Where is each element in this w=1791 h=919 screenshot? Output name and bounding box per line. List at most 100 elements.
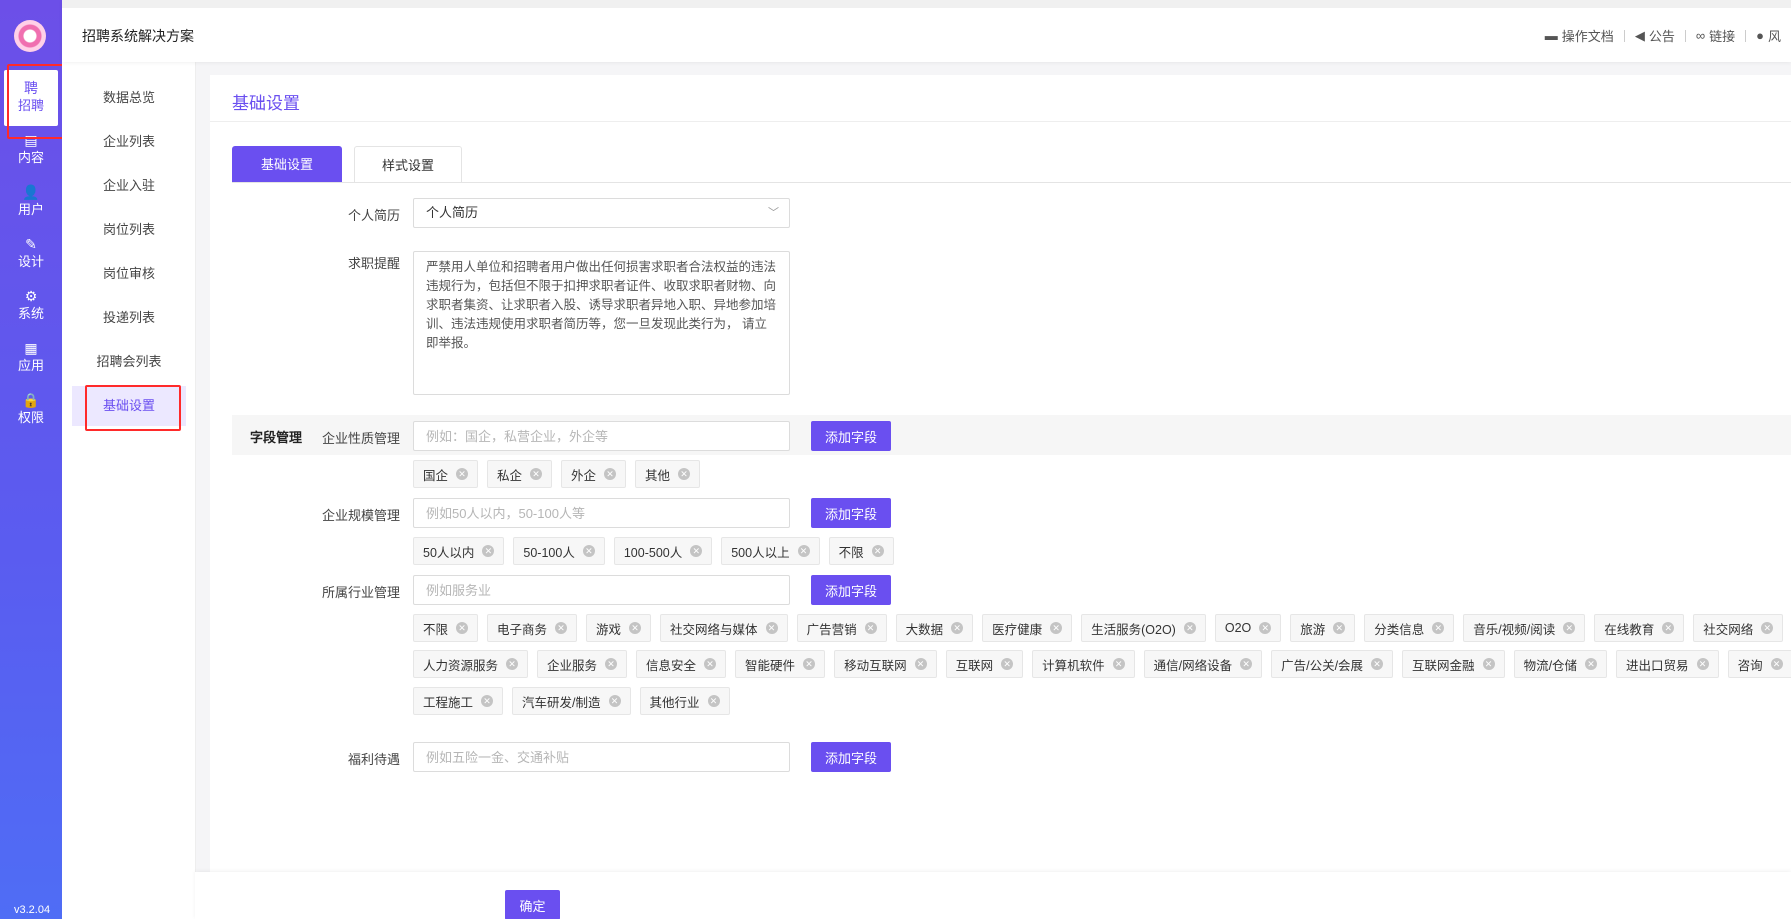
notice-link[interactable]: ◀ 公告: [1625, 26, 1685, 45]
submenu-item-job-fair-list[interactable]: 招聘会列表: [72, 342, 186, 382]
submenu-item-overview[interactable]: 数据总览: [72, 78, 186, 118]
tag-label: 游戏: [596, 622, 622, 637]
remove-tag-icon[interactable]: ✕: [1050, 622, 1063, 634]
rail-item-design[interactable]: ✎ 设计: [4, 226, 58, 282]
tag-label: 人力资源服务: [423, 658, 499, 673]
rail-item-user[interactable]: 👤 用户: [4, 174, 58, 230]
add-welfare-button[interactable]: 添加字段: [811, 742, 891, 772]
tag-label: 进出口贸易: [1626, 658, 1689, 673]
remove-tag-icon[interactable]: ✕: [608, 695, 621, 707]
remove-tag-icon[interactable]: ✕: [1662, 622, 1675, 634]
tab-basic-settings[interactable]: 基础设置: [232, 146, 342, 183]
link-link[interactable]: ∞ 链接: [1686, 26, 1745, 45]
remove-tag-icon[interactable]: ✕: [481, 695, 494, 707]
add-company-scale-button[interactable]: 添加字段: [811, 498, 891, 528]
remove-tag-icon[interactable]: ✕: [482, 545, 495, 557]
remove-tag-icon[interactable]: ✕: [1112, 658, 1125, 670]
tag: 通信/网络设备 ✕: [1143, 650, 1263, 678]
remove-tag-icon[interactable]: ✕: [1696, 658, 1709, 670]
submenu-item-company-join[interactable]: 企业入驻: [72, 166, 186, 206]
company-nature-input[interactable]: [413, 421, 790, 451]
rail-item-apps[interactable]: ▦ 应用: [4, 330, 58, 386]
remove-tag-icon[interactable]: ✕: [803, 658, 816, 670]
resume-select[interactable]: 个人简历 ﹀: [413, 198, 790, 228]
tag-label: 社交网络与媒体: [670, 622, 758, 637]
secondary-menu: 数据总览 企业列表 企业入驻 岗位列表 岗位审核 投递列表 招聘会列表 基础设置: [62, 0, 196, 919]
remove-tag-icon[interactable]: ✕: [1001, 658, 1014, 670]
remove-tag-icon[interactable]: ✕: [678, 468, 691, 480]
remove-tag-icon[interactable]: ✕: [704, 658, 717, 670]
tag-label: 生活服务(O2O): [1091, 622, 1176, 637]
header-links: ▬ 操作文档 ◀ 公告 ∞ 链接 ● 风: [1535, 26, 1791, 45]
remove-tag-icon[interactable]: ✕: [1333, 622, 1346, 634]
tag: 广告/公关/会展 ✕: [1271, 650, 1394, 678]
remove-tag-icon[interactable]: ✕: [1770, 658, 1783, 670]
remove-tag-icon[interactable]: ✕: [690, 545, 703, 557]
tag-label: 汽车研发/制造: [522, 695, 601, 710]
tag: 生活服务(O2O) ✕: [1081, 614, 1206, 642]
tag-label: 在线教育: [1604, 622, 1655, 637]
tag: 移动互联网 ✕: [834, 650, 937, 678]
add-company-nature-button[interactable]: 添加字段: [811, 421, 891, 451]
remove-tag-icon[interactable]: ✕: [797, 545, 810, 557]
tag-label: 100-500人: [623, 545, 683, 560]
remove-tag-icon[interactable]: ✕: [1183, 622, 1196, 634]
style-link[interactable]: ● 风: [1746, 26, 1791, 45]
submenu-item-job-review[interactable]: 岗位审核: [72, 254, 186, 294]
tag: 分类信息 ✕: [1364, 614, 1455, 642]
remove-tag-icon[interactable]: ✕: [864, 622, 877, 634]
remove-tag-icon[interactable]: ✕: [871, 545, 884, 557]
tag-label: 计算机软件: [1042, 658, 1105, 673]
lock-icon: 🔒: [22, 392, 40, 408]
remove-tag-icon[interactable]: ✕: [530, 468, 543, 480]
tag: 进出口贸易 ✕: [1616, 650, 1719, 678]
remove-tag-icon[interactable]: ✕: [1563, 622, 1576, 634]
company-scale-input[interactable]: [413, 498, 790, 528]
industry-input[interactable]: [413, 575, 790, 605]
add-industry-button[interactable]: 添加字段: [811, 575, 891, 605]
remove-tag-icon[interactable]: ✕: [582, 545, 595, 557]
submenu-item-company-list[interactable]: 企业列表: [72, 122, 186, 162]
remove-tag-icon[interactable]: ✕: [914, 658, 927, 670]
tag: 音乐/视频/阅读 ✕: [1463, 614, 1586, 642]
remove-tag-icon[interactable]: ✕: [951, 622, 964, 634]
remove-tag-icon[interactable]: ✕: [1585, 658, 1598, 670]
remove-tag-icon[interactable]: ✕: [456, 622, 469, 634]
submenu-item-delivery-list[interactable]: 投递列表: [72, 298, 186, 338]
submenu-item-job-list[interactable]: 岗位列表: [72, 210, 186, 250]
remove-tag-icon[interactable]: ✕: [1259, 622, 1272, 634]
grid-icon: ▦: [24, 340, 38, 356]
tag-label: 50-100人: [523, 545, 575, 560]
remove-tag-icon[interactable]: ✕: [456, 468, 469, 480]
remove-tag-icon[interactable]: ✕: [629, 622, 642, 634]
remove-tag-icon[interactable]: ✕: [1482, 658, 1495, 670]
tag-label: 互联网: [955, 658, 994, 673]
welfare-input[interactable]: [413, 742, 790, 772]
reminder-textarea[interactable]: 严禁用人单位和招聘者用户做出任何损害求职者合法权益的违法违规行为，包括但不限于扣…: [413, 251, 790, 395]
tag: 社交网络 ✕: [1693, 614, 1784, 642]
tag-label: 50人以内: [423, 545, 475, 560]
tag-label: 社交网络: [1703, 622, 1754, 637]
divider: [232, 182, 1791, 183]
tag-label: 音乐/视频/阅读: [1473, 622, 1556, 637]
remove-tag-icon[interactable]: ✕: [1761, 622, 1774, 634]
rail-item-system[interactable]: ⚙ 系统: [4, 278, 58, 334]
tag-label: 电子商务: [497, 622, 548, 637]
remove-tag-icon[interactable]: ✕: [605, 658, 618, 670]
tag: 不限 ✕: [413, 614, 479, 642]
remove-tag-icon[interactable]: ✕: [604, 468, 617, 480]
remove-tag-icon[interactable]: ✕: [707, 695, 720, 707]
remove-tag-icon[interactable]: ✕: [1371, 658, 1384, 670]
remove-tag-icon[interactable]: ✕: [1432, 622, 1445, 634]
remove-tag-icon[interactable]: ✕: [555, 622, 568, 634]
remove-tag-icon[interactable]: ✕: [765, 622, 778, 634]
tab-style-settings[interactable]: 样式设置: [354, 146, 462, 183]
tag-label: 广告营销: [806, 622, 857, 637]
remove-tag-icon[interactable]: ✕: [1240, 658, 1253, 670]
confirm-button[interactable]: 确定: [505, 890, 560, 919]
remove-tag-icon[interactable]: ✕: [506, 658, 519, 670]
tag: 互联网金融 ✕: [1402, 650, 1505, 678]
docs-link[interactable]: ▬ 操作文档: [1535, 26, 1624, 45]
industry-label: 所属行业管理: [321, 585, 400, 600]
rail-item-permissions[interactable]: 🔒 权限: [4, 382, 58, 438]
